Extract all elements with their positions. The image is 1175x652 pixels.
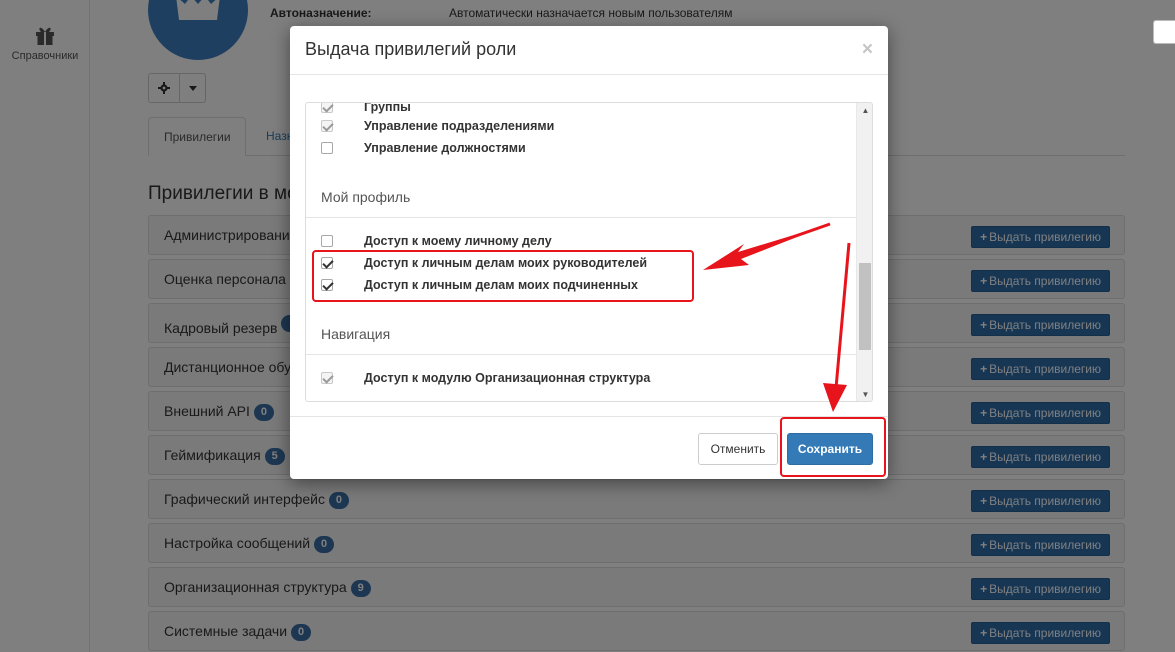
divider [306, 354, 856, 355]
checkbox[interactable] [321, 142, 333, 154]
group-title-my-profile: Мой профиль [321, 189, 411, 205]
scrollbar[interactable]: ▲ ▼ [856, 103, 872, 401]
cancel-button[interactable]: Отменить [698, 433, 778, 465]
scroll-down-arrow-icon[interactable]: ▼ [857, 387, 872, 401]
checkbox[interactable] [321, 372, 333, 384]
list-item[interactable]: Управление подразделениями [321, 116, 554, 136]
list-item[interactable]: Группы [321, 102, 411, 117]
modal-title: Выдача привилегий роли [305, 39, 517, 59]
item-label: Управление должностями [364, 141, 526, 155]
close-icon[interactable]: × [862, 39, 873, 61]
list-item[interactable]: Управление должностями [321, 138, 526, 158]
corner-widget-icon[interactable] [1153, 20, 1175, 44]
checkbox[interactable] [321, 120, 333, 132]
list-item[interactable]: Доступ к моему личному делу [321, 231, 552, 251]
checkbox[interactable] [321, 103, 333, 113]
group-title-navigation: Навигация [321, 326, 391, 342]
highlight-box-save [780, 417, 886, 477]
item-label: Доступ к модулю Организационная структур… [364, 371, 651, 385]
list-item[interactable]: Доступ к модулю Организационная структур… [321, 368, 650, 388]
modal-header: Выдача привилегий роли × [290, 26, 888, 75]
divider [306, 217, 856, 218]
scroll-up-arrow-icon[interactable]: ▲ [857, 103, 872, 119]
item-label: Управление подразделениями [364, 119, 555, 133]
item-label: Доступ к моему личному делу [364, 234, 552, 248]
scroll-thumb[interactable] [859, 263, 871, 350]
checkbox[interactable] [321, 235, 333, 247]
highlight-box-checkboxes [312, 250, 694, 302]
item-label: Группы [364, 102, 411, 114]
